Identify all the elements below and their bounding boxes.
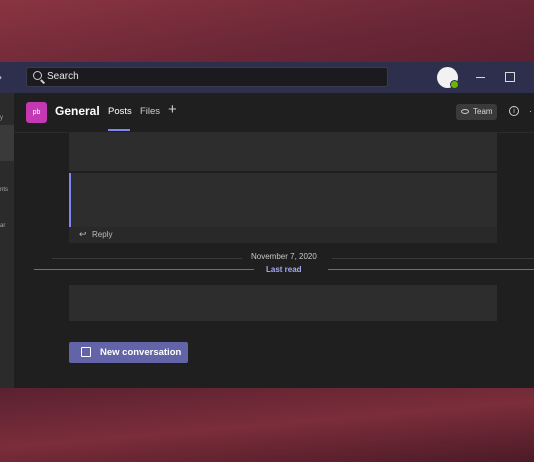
team-button-label: Team	[473, 107, 493, 116]
rail-active-item[interactable]	[0, 125, 14, 161]
reply-row[interactable]: ↩ Reply	[69, 227, 497, 243]
message-card	[69, 133, 497, 171]
new-conversation-label: New conversation	[100, 347, 182, 358]
channel-header: pb General Posts Files + Team i ·	[14, 93, 534, 133]
more-options-icon[interactable]: ·	[529, 106, 532, 116]
date-divider-label: November 7, 2020	[251, 252, 317, 261]
search-input[interactable]: Search	[47, 71, 79, 82]
last-read-line	[328, 269, 534, 270]
app-rail: y nts ar	[0, 93, 14, 388]
date-divider-line	[52, 258, 242, 259]
last-read-line	[34, 269, 254, 270]
channel-title: General	[55, 104, 100, 118]
desktop-background-top	[0, 0, 534, 62]
back-arrow-icon[interactable]: ›	[0, 70, 2, 84]
rail-item-activity[interactable]: y	[0, 115, 3, 121]
maximize-button[interactable]	[505, 72, 515, 82]
minimize-button[interactable]	[476, 77, 485, 78]
tab-posts[interactable]: Posts	[108, 106, 132, 117]
compose-icon	[81, 347, 91, 357]
title-bar: › Search	[0, 62, 534, 93]
team-button[interactable]: Team	[456, 104, 497, 120]
teams-window: › Search y nts ar pb General Posts Files…	[0, 62, 534, 388]
rail-item-calendar[interactable]: ar	[0, 223, 5, 229]
reply-icon: ↩	[79, 229, 87, 239]
add-tab-icon[interactable]: +	[168, 101, 177, 118]
desktop-background-bottom	[0, 388, 534, 462]
reply-button[interactable]: Reply	[92, 230, 112, 239]
message-accent-bar	[69, 173, 71, 227]
search-box[interactable]: Search	[26, 67, 388, 87]
team-avatar: pb	[26, 102, 47, 123]
active-tab-indicator	[108, 129, 130, 131]
search-icon	[33, 71, 42, 80]
message-card	[69, 285, 497, 321]
eye-icon	[461, 109, 469, 114]
presence-available-icon	[450, 80, 459, 89]
rail-item-assignments[interactable]: nts	[0, 187, 8, 193]
info-icon[interactable]: i	[509, 106, 519, 116]
posts-feed: ↩ Reply November 7, 2020 Last read New c…	[14, 133, 534, 388]
date-divider-line	[332, 258, 534, 259]
tab-files[interactable]: Files	[140, 106, 160, 117]
new-conversation-button[interactable]: New conversation	[69, 342, 188, 363]
last-read-label: Last read	[266, 265, 302, 274]
